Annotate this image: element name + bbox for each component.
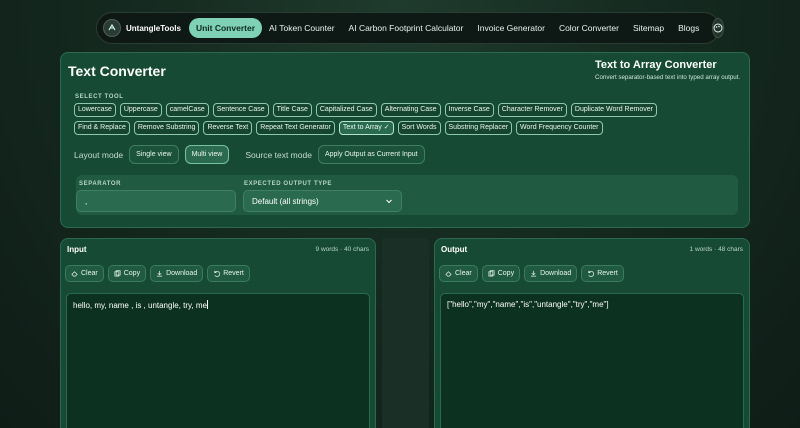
output-stats: 1 words · 48 chars: [689, 246, 743, 253]
copy-icon: [114, 270, 121, 277]
revert-icon: [588, 270, 595, 277]
output-copy-button[interactable]: Copy: [481, 265, 521, 282]
input-copy-label: Copy: [123, 270, 141, 277]
output-toolbar: Clear Copy Download Revert: [439, 265, 624, 282]
nav-item-ai-carbon-footprint[interactable]: AI Carbon Footprint Calculator: [342, 18, 471, 38]
input-title: Input: [67, 245, 87, 254]
copy-icon: [488, 270, 495, 277]
tool-title: Text to Array Converter: [595, 59, 717, 71]
input-clear-button[interactable]: Clear: [65, 265, 104, 282]
input-text: hello, my, name , is , untangle, try, me: [73, 301, 207, 310]
brand-logo-icon: [103, 19, 121, 37]
revert-icon: [214, 270, 221, 277]
brand-name: UntangleTools: [126, 23, 181, 33]
input-textarea[interactable]: hello, my, name , is , untangle, try, me: [66, 293, 370, 428]
single-view-button[interactable]: Single view: [129, 145, 179, 164]
page-title: Text Converter: [68, 63, 166, 79]
eraser-icon: [71, 271, 78, 277]
tool-duplicate-word-remover[interactable]: Duplicate Word Remover: [570, 103, 657, 117]
output-clear-button[interactable]: Clear: [439, 265, 478, 282]
tool-word-frequency-counter[interactable]: Word Frequency Counter: [516, 121, 603, 135]
separator-input[interactable]: ,: [76, 190, 236, 212]
nav-item-unit-converter[interactable]: Unit Converter: [188, 18, 263, 38]
tool-reverse-text[interactable]: Reverse Text: [203, 121, 253, 135]
layout-mode-label: Layout mode: [74, 149, 124, 160]
select-tool-label: SELECT TOOL: [75, 94, 124, 100]
tool-sort-words[interactable]: Sort Words: [397, 121, 441, 135]
output-clear-label: Clear: [455, 270, 472, 277]
options-panel: SEPARATOR , EXPECTED OUTPUT TYPE Default…: [76, 175, 738, 215]
tool-sentence-case[interactable]: Sentence Case: [212, 103, 269, 117]
tool-heading: Text to Array Converter Convert separato…: [595, 59, 741, 81]
tool-description: Convert separator-based text into typed …: [595, 74, 741, 81]
tool-list: Lowercase Uppercase camelCase Sentence C…: [74, 103, 714, 135]
output-revert-label: Revert: [597, 270, 618, 277]
nav-item-ai-token-counter[interactable]: AI Token Counter: [262, 18, 342, 38]
separator-label: SEPARATOR: [79, 181, 122, 187]
output-download-label: Download: [540, 270, 572, 277]
tool-alternating-case[interactable]: Alternating Case: [380, 103, 441, 117]
apply-output-button[interactable]: Apply Output as Current Input: [317, 145, 425, 164]
output-copy-label: Copy: [497, 270, 515, 277]
output-revert-button[interactable]: Revert: [581, 265, 624, 282]
mode-row: Layout mode Single view Multi view Sourc…: [74, 145, 425, 164]
checkmark-icon: ✓: [383, 124, 390, 131]
tool-uppercase[interactable]: Uppercase: [119, 103, 162, 117]
nav-item-invoice-generator[interactable]: Invoice Generator: [470, 18, 552, 38]
input-toolbar: Clear Copy Download Revert: [65, 265, 250, 282]
tool-character-remover[interactable]: Character Remover: [497, 103, 567, 117]
output-type-label: EXPECTED OUTPUT TYPE: [244, 181, 333, 187]
text-converter-card: Text Converter Text to Array Converter C…: [60, 52, 750, 228]
tool-remove-substring[interactable]: Remove Substring: [133, 121, 200, 135]
chevron-down-icon: [385, 197, 393, 207]
multi-view-button[interactable]: Multi view: [184, 145, 230, 164]
input-revert-label: Revert: [223, 270, 244, 277]
theme-palette-icon[interactable]: [712, 18, 725, 38]
input-panel: Input 9 words · 40 chars Clear Copy Down…: [60, 238, 376, 428]
download-icon: [156, 270, 163, 277]
tool-capitalized-case[interactable]: Capitalized Case: [315, 103, 377, 117]
nav-item-blogs[interactable]: Blogs: [671, 18, 706, 38]
tool-inverse-case[interactable]: Inverse Case: [444, 103, 494, 117]
input-clear-label: Clear: [81, 270, 98, 277]
nav-item-sitemap[interactable]: Sitemap: [626, 18, 671, 38]
output-type-select[interactable]: Default (all strings): [243, 190, 402, 212]
output-download-button[interactable]: Download: [524, 265, 578, 282]
input-download-button[interactable]: Download: [150, 265, 204, 282]
output-type-value: Default (all strings): [252, 197, 319, 206]
output-panel: Output 1 words · 48 chars Clear Copy Dow…: [434, 238, 750, 428]
input-copy-button[interactable]: Copy: [107, 265, 147, 282]
tool-camelcase[interactable]: camelCase: [165, 103, 209, 117]
output-title: Output: [441, 245, 468, 254]
nav-item-color-converter[interactable]: Color Converter: [552, 18, 626, 38]
output-textarea[interactable]: ["hello","my","name","is","untangle","tr…: [440, 293, 744, 428]
eraser-icon: [445, 271, 452, 277]
input-download-label: Download: [166, 270, 198, 277]
source-text-mode-label: Source text mode: [245, 149, 312, 160]
top-nav: UntangleTools Unit Converter AI Token Co…: [96, 12, 725, 44]
panel-gap: [382, 238, 429, 428]
tool-substring-replacer[interactable]: Substring Replacer: [444, 121, 513, 135]
tool-repeat-text-generator[interactable]: Repeat Text Generator: [256, 121, 335, 135]
tool-text-to-array-label: Text to Array: [342, 124, 382, 131]
tool-lowercase[interactable]: Lowercase: [74, 103, 116, 117]
input-revert-button[interactable]: Revert: [207, 265, 250, 282]
download-icon: [530, 270, 537, 277]
tool-text-to-array[interactable]: Text to Array ✓: [338, 121, 394, 135]
input-stats: 9 words · 40 chars: [315, 246, 369, 253]
text-caret: [206, 300, 208, 309]
tool-find-replace[interactable]: Find & Replace: [74, 121, 130, 135]
brand[interactable]: UntangleTools: [101, 19, 189, 37]
tool-title-case[interactable]: Title Case: [272, 103, 312, 117]
